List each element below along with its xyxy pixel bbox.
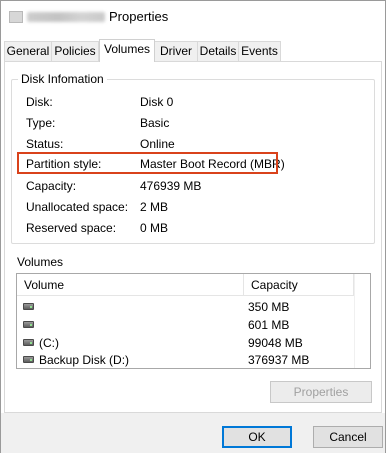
unallocated-space-label: Unallocated space: — [26, 200, 129, 214]
tab-strip: General Policies Volumes Driver Details … — [4, 39, 382, 62]
drive-icon — [23, 339, 34, 346]
list-item[interactable]: Backup Disk (D:) 376937 MB — [17, 351, 357, 369]
column-header-capacity[interactable]: Capacity — [244, 274, 354, 296]
cancel-button[interactable]: Cancel — [313, 426, 383, 448]
list-item[interactable]: (C:) 99048 MB — [17, 334, 357, 352]
disk-value: Disk 0 — [140, 95, 174, 109]
capacity-value: 476939 MB — [140, 179, 202, 193]
volume-capacity: 376937 MB — [248, 353, 310, 367]
volumes-group-title: Volumes — [17, 255, 64, 269]
list-item[interactable]: 350 MB — [17, 298, 357, 316]
status-value: Online — [140, 137, 175, 151]
volume-capacity: 601 MB — [248, 318, 290, 332]
reserved-space-label: Reserved space: — [26, 221, 117, 235]
reserved-space-value: 0 MB — [140, 221, 169, 235]
partition-style-highlight — [17, 152, 278, 174]
window-title: Properties — [109, 9, 169, 24]
type-value: Basic — [140, 116, 170, 130]
title-bar: Properties — [1, 1, 385, 33]
unallocated-space-value: 2 MB — [140, 200, 169, 214]
drive-icon — [23, 303, 34, 310]
tab-general[interactable]: General — [4, 41, 52, 61]
properties-dialog: Properties General Policies Volumes Driv… — [0, 0, 386, 453]
tab-policies[interactable]: Policies — [51, 41, 99, 61]
disk-label: Disk: — [26, 95, 53, 109]
device-icon — [9, 11, 23, 23]
list-scrollbar[interactable] — [354, 274, 370, 368]
drive-icon — [23, 356, 34, 363]
ok-button[interactable]: OK — [222, 426, 292, 448]
volumes-list[interactable]: Volume Capacity 350 MB 601 MB (C:) 99048… — [16, 273, 371, 369]
volume-properties-button[interactable]: Properties — [270, 381, 372, 403]
drive-icon — [23, 321, 34, 328]
tab-details[interactable]: Details — [197, 41, 239, 61]
blurred-device-name — [27, 12, 105, 22]
volume-capacity: 99048 MB — [248, 336, 303, 350]
volume-name: (C:) — [39, 336, 59, 350]
disk-information-title: Disk Infomation — [18, 72, 107, 86]
status-label: Status: — [26, 137, 64, 151]
tab-driver[interactable]: Driver — [154, 41, 198, 61]
volume-capacity: 350 MB — [248, 300, 290, 314]
volume-name: Backup Disk (D:) — [39, 353, 130, 367]
capacity-label: Capacity: — [26, 179, 77, 193]
list-item[interactable]: 601 MB — [17, 316, 357, 334]
type-label: Type: — [26, 116, 56, 130]
tab-events[interactable]: Events — [238, 41, 281, 61]
column-header-volume[interactable]: Volume — [17, 274, 244, 296]
tab-volumes[interactable]: Volumes — [99, 39, 155, 62]
volumes-list-header: Volume Capacity — [17, 274, 370, 296]
